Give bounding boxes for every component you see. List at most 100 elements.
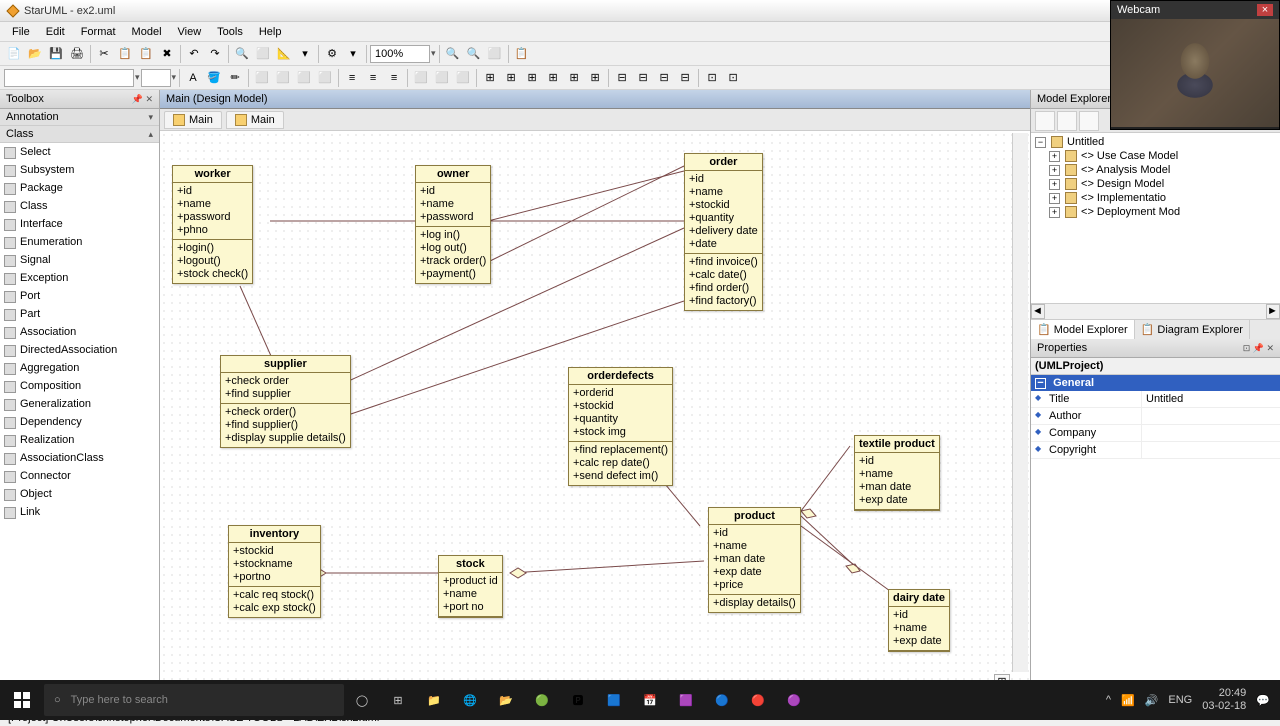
tool-item[interactable]: Package xyxy=(0,179,159,197)
tool-item[interactable]: Exception xyxy=(0,269,159,287)
tb-icon[interactable]: ⊟ xyxy=(654,68,674,88)
tree-item[interactable]: +<> Deployment Mod xyxy=(1033,205,1278,219)
tool-item[interactable]: DirectedAssociation xyxy=(0,341,159,359)
tb-icon[interactable]: ⬜ xyxy=(411,68,431,88)
toolbox-section-annotation[interactable]: Annotation▾ xyxy=(0,109,159,126)
menu-tools[interactable]: Tools xyxy=(209,24,251,40)
property-value[interactable] xyxy=(1141,442,1280,458)
tb-icon[interactable]: ⊞ xyxy=(543,68,563,88)
open-button[interactable]: 📂 xyxy=(25,44,45,64)
properties-grid[interactable]: (UMLProject) − General TitleUntitledAuth… xyxy=(1031,358,1280,688)
tb-icon[interactable]: ⚙ xyxy=(322,44,342,64)
tb-icon[interactable]: ⬜ xyxy=(453,68,473,88)
menu-format[interactable]: Format xyxy=(73,24,124,40)
tb-icon[interactable]: ⊟ xyxy=(612,68,632,88)
panel-controls[interactable]: ⊡ 📌 ✕ xyxy=(1243,343,1274,354)
save-button[interactable]: 💾 xyxy=(46,44,66,64)
tb-icon[interactable]: ⬜ xyxy=(252,68,272,88)
canvas-tab[interactable]: Main xyxy=(226,111,284,129)
expand-icon[interactable]: + xyxy=(1049,151,1060,162)
undo-button[interactable]: ↶ xyxy=(184,44,204,64)
taskbar-app[interactable]: 🔵 xyxy=(704,680,740,720)
property-row[interactable]: Author xyxy=(1031,408,1280,425)
taskbar-app[interactable]: 🟢 xyxy=(524,680,560,720)
property-row[interactable]: TitleUntitled xyxy=(1031,391,1280,408)
font-color-button[interactable]: A xyxy=(183,68,203,88)
expand-icon[interactable]: − xyxy=(1035,137,1046,148)
tb-icon[interactable]: ⊞ xyxy=(564,68,584,88)
tool-item[interactable]: Realization xyxy=(0,431,159,449)
expand-icon[interactable]: + xyxy=(1049,179,1060,190)
menu-edit[interactable]: Edit xyxy=(38,24,73,40)
cortana-icon[interactable]: ◯ xyxy=(344,680,380,720)
tray-lang[interactable]: ENG xyxy=(1168,694,1192,706)
taskbar-app[interactable]: 🔴 xyxy=(740,680,776,720)
tb-icon[interactable]: ⊞ xyxy=(585,68,605,88)
scrollbar-vertical[interactable] xyxy=(1012,133,1028,672)
me-sort-icon[interactable] xyxy=(1057,111,1077,131)
taskbar-app[interactable]: 📅 xyxy=(632,680,668,720)
tool-item[interactable]: Aggregation xyxy=(0,359,159,377)
uml-class-orderdefects[interactable]: orderdefects+orderid+stockid+quantity+st… xyxy=(568,367,673,486)
font-combo[interactable] xyxy=(4,69,134,87)
start-button[interactable] xyxy=(0,680,44,720)
tb-icon[interactable]: ⊞ xyxy=(522,68,542,88)
print-button[interactable]: 🖨 xyxy=(67,44,87,64)
zoom-out-button[interactable]: 🔍 xyxy=(443,44,463,64)
tool-item[interactable]: Interface xyxy=(0,215,159,233)
tb-icon[interactable]: ⬜ xyxy=(432,68,452,88)
uml-class-textile[interactable]: textile product+id+name+man date+exp dat… xyxy=(854,435,940,511)
tree-root[interactable]: − Untitled xyxy=(1033,135,1278,149)
line-color-button[interactable]: ✏ xyxy=(225,68,245,88)
fit-button[interactable]: ⬜ xyxy=(485,44,505,64)
tree-item[interactable]: +<> Use Case Model xyxy=(1033,149,1278,163)
tb-icon[interactable]: ⊞ xyxy=(501,68,521,88)
canvas-tab[interactable]: Main xyxy=(164,111,222,129)
uml-class-owner[interactable]: owner+id+name+password+log in()+log out(… xyxy=(415,165,491,284)
uml-class-worker[interactable]: worker+id+name+password+phno+login()+log… xyxy=(172,165,253,284)
tree-item[interactable]: +<> Design Model xyxy=(1033,177,1278,191)
panel-pin-icon[interactable]: 📌 ✕ xyxy=(132,94,153,105)
taskbar-clock[interactable]: 20:49 03-02-18 xyxy=(1202,687,1246,713)
tree-item[interactable]: +<> Implementatio xyxy=(1033,191,1278,205)
new-button[interactable]: 📄 xyxy=(4,44,24,64)
webcam-close-button[interactable]: × xyxy=(1257,4,1273,16)
property-row[interactable]: Company xyxy=(1031,425,1280,442)
tool-item[interactable]: Object xyxy=(0,485,159,503)
uml-class-product[interactable]: product+id+name+man date+exp date+price+… xyxy=(708,507,801,613)
taskbar-app[interactable]: 🌐 xyxy=(452,680,488,720)
tb-icon[interactable]: ≡ xyxy=(363,68,383,88)
tab-model-explorer[interactable]: 📋 Model Explorer xyxy=(1031,320,1135,339)
tb-icon[interactable]: ⊡ xyxy=(723,68,743,88)
me-filter-icon[interactable] xyxy=(1079,111,1099,131)
tb-icon[interactable]: ⬜ xyxy=(315,68,335,88)
tb-icon[interactable]: ≡ xyxy=(342,68,362,88)
tb-icon[interactable]: ⊞ xyxy=(480,68,500,88)
tray-volume-icon[interactable]: 🔊 xyxy=(1145,694,1159,707)
paste-button[interactable]: 📋 xyxy=(136,44,156,64)
uml-class-dairy[interactable]: dairy date+id+name+exp date xyxy=(888,589,950,652)
zoom-combo[interactable]: 100% xyxy=(370,45,430,63)
props-category[interactable]: − General xyxy=(1031,375,1280,391)
system-tray[interactable]: ^ 📶 🔊 ENG 20:49 03-02-18 💬 xyxy=(1096,687,1280,713)
tool-item[interactable]: Connector xyxy=(0,467,159,485)
tool-item[interactable]: Association xyxy=(0,323,159,341)
tool-item[interactable]: Select xyxy=(0,143,159,161)
tb-icon[interactable]: ▾ xyxy=(295,44,315,64)
tb-icon[interactable]: 📋 xyxy=(512,44,532,64)
tb-icon[interactable]: ⬜ xyxy=(273,68,293,88)
menu-view[interactable]: View xyxy=(170,24,210,40)
taskbar-app[interactable]: 🟣 xyxy=(776,680,812,720)
tool-item[interactable]: Signal xyxy=(0,251,159,269)
taskbar-app[interactable]: 📁 xyxy=(416,680,452,720)
uml-class-inventory[interactable]: inventory+stockid+stockname+portno+calc … xyxy=(228,525,321,618)
tab-diagram-explorer[interactable]: 📋 Diagram Explorer xyxy=(1135,320,1250,339)
taskbar-app[interactable]: 🅿 xyxy=(560,680,596,720)
tool-item[interactable]: Composition xyxy=(0,377,159,395)
me-sort-icon[interactable] xyxy=(1035,111,1055,131)
redo-button[interactable]: ↷ xyxy=(205,44,225,64)
tb-icon[interactable]: ⬜ xyxy=(253,44,273,64)
fill-color-button[interactable]: 🪣 xyxy=(204,68,224,88)
tb-icon[interactable]: ⊡ xyxy=(702,68,722,88)
menu-file[interactable]: File xyxy=(4,24,38,40)
